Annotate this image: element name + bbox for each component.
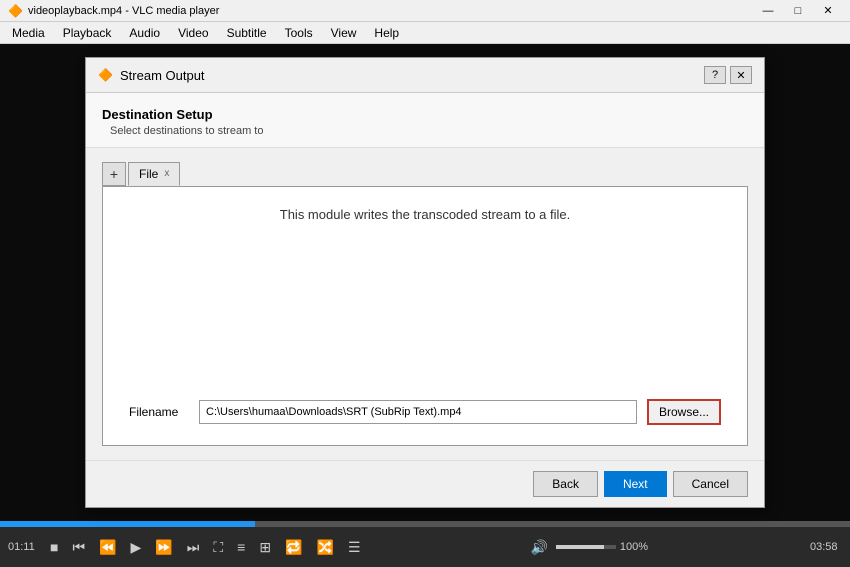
filename-label: Filename (129, 405, 189, 419)
volume-bar[interactable] (556, 545, 616, 549)
menu-bar: Media Playback Audio Video Subtitle Tool… (0, 22, 850, 44)
tab-description: This module writes the transcoded stream… (280, 207, 570, 222)
rewind-button[interactable]: ⏪ (95, 537, 120, 558)
menu-playback[interactable]: Playback (55, 24, 120, 42)
stream-output-dialog: Stream Output ? ✕ Destination Setup Sele… (85, 57, 765, 508)
menu-subtitle[interactable]: Subtitle (219, 24, 275, 42)
progress-fill (0, 521, 255, 527)
controls-bar: 01:11 ■ ⏮ ⏪ ▶ ⏩ ⏭ ⛶ ≡ ⊞ 🔁 🔀 ☰ 🔊 100% 03:… (0, 521, 850, 567)
filename-input[interactable] (199, 400, 637, 424)
fullscreen-button[interactable]: ⛶ (209, 537, 227, 558)
back-button[interactable]: Back (533, 471, 598, 497)
dialog-help-button[interactable]: ? (704, 66, 726, 84)
vlc-icon (8, 4, 22, 18)
menu-tools[interactable]: Tools (277, 24, 321, 42)
dialog-title-bar: Stream Output ? ✕ (86, 58, 764, 93)
window-close-button[interactable]: ✕ (814, 2, 842, 20)
stop-button[interactable]: ■ (46, 537, 62, 557)
dialog-window-controls: ? ✕ (704, 66, 752, 84)
add-tab-button[interactable]: + (102, 162, 126, 186)
maximize-button[interactable]: □ (784, 2, 812, 20)
loop-button[interactable]: 🔁 (281, 537, 306, 558)
frame-by-frame-button[interactable]: ⊞ (255, 537, 275, 558)
dialog-footer: Back Next Cancel (86, 460, 764, 507)
playlist-button[interactable]: ☰ (344, 537, 365, 558)
volume-fill (556, 545, 604, 549)
volume-label: 100% (620, 541, 648, 553)
volume-area: 🔊 100% (526, 537, 648, 558)
controls-row: 01:11 ■ ⏮ ⏪ ▶ ⏩ ⏭ ⛶ ≡ ⊞ 🔁 🔀 ☰ 🔊 100% 03:… (0, 527, 850, 567)
dialog-header-subtitle: Select destinations to stream to (110, 125, 748, 137)
window-controls: — □ ✕ (754, 2, 842, 20)
tab-bar: + File x (102, 162, 748, 186)
next-button[interactable]: ⏭ (183, 537, 204, 558)
tab-content-panel: This module writes the transcoded stream… (102, 186, 748, 446)
menu-audio[interactable]: Audio (121, 24, 168, 42)
dialog-body: + File x This module writes the transcod… (86, 148, 764, 460)
window-title: videoplayback.mp4 - VLC media player (28, 5, 219, 17)
progress-bar[interactable] (0, 521, 850, 527)
dialog-close-button[interactable]: ✕ (730, 66, 752, 84)
dialog-header-title: Destination Setup (102, 107, 748, 122)
play-button[interactable]: ▶ (127, 537, 146, 558)
forward-button[interactable]: ⏩ (151, 537, 176, 558)
volume-icon[interactable]: 🔊 (526, 537, 551, 558)
dialog-header: Destination Setup Select destinations to… (86, 93, 764, 148)
menu-video[interactable]: Video (170, 24, 216, 42)
dialog-title-left: Stream Output (98, 68, 205, 83)
file-tab-label: File (139, 167, 158, 181)
file-tab-close[interactable]: x (164, 169, 169, 179)
menu-media[interactable]: Media (4, 24, 53, 42)
dialog-vlc-icon (98, 68, 112, 82)
browse-button[interactable]: Browse... (647, 399, 721, 425)
menu-help[interactable]: Help (366, 24, 407, 42)
menu-view[interactable]: View (323, 24, 365, 42)
dialog-title: Stream Output (120, 68, 205, 83)
time-elapsed: 01:11 (8, 541, 40, 553)
file-tab[interactable]: File x (128, 162, 180, 186)
cancel-button[interactable]: Cancel (673, 471, 748, 497)
next-button[interactable]: Next (604, 471, 667, 497)
title-bar: videoplayback.mp4 - VLC media player — □… (0, 0, 850, 22)
dialog-overlay: Stream Output ? ✕ Destination Setup Sele… (0, 44, 850, 521)
random-button[interactable]: 🔀 (313, 537, 338, 558)
time-remaining: 03:58 (810, 541, 842, 553)
filename-row: Filename Browse... (119, 399, 731, 425)
prev-button[interactable]: ⏮ (68, 537, 89, 558)
extended-button[interactable]: ≡ (233, 537, 249, 557)
minimize-button[interactable]: — (754, 2, 782, 20)
